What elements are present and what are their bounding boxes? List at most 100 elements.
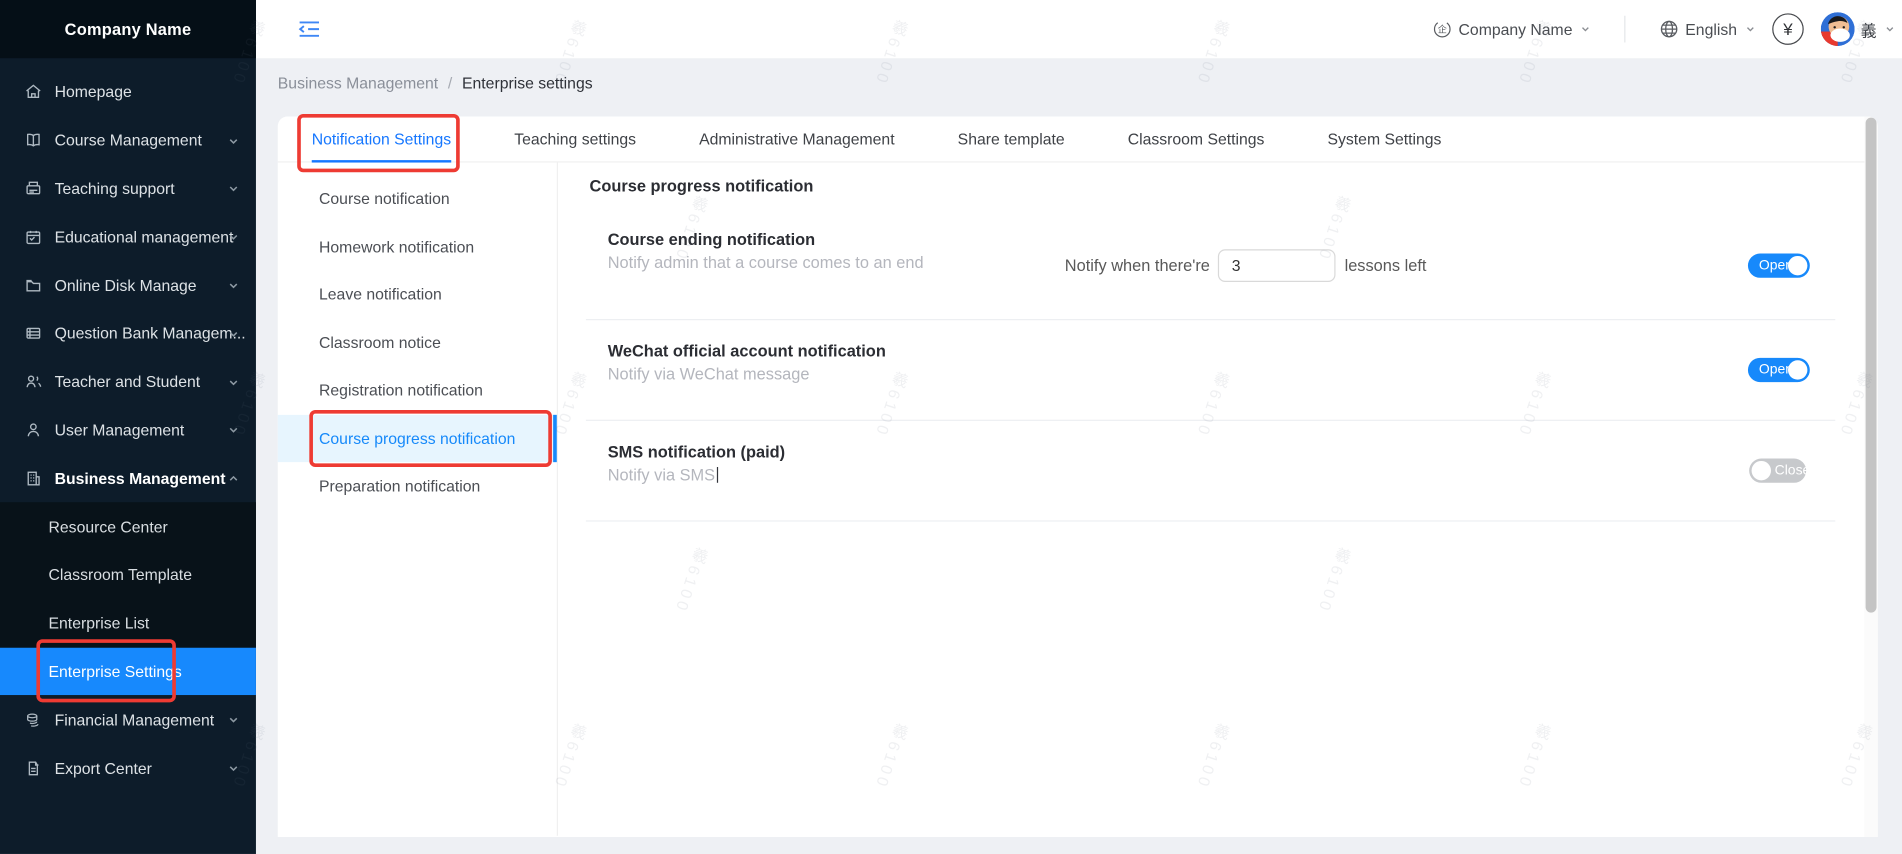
lessons-left-input[interactable]: [1218, 248, 1337, 282]
sidebar-subitem-label: Enterprise Settings: [48, 662, 182, 681]
setting-title: Course ending notification: [607, 230, 816, 249]
sms-toggle[interactable]: Close: [1749, 458, 1810, 483]
subnav-leave-notification[interactable]: Leave notification: [278, 271, 557, 319]
sidebar-item-educational-management[interactable]: Educational management: [0, 213, 256, 261]
text-cursor: [716, 467, 718, 483]
toggle-knob: [1751, 460, 1771, 481]
sidebar-item-course-management[interactable]: Course Management: [0, 116, 256, 164]
setting-title: SMS notification (paid): [607, 442, 786, 461]
subnav-course-progress-notification[interactable]: Course progress notification: [277, 414, 557, 463]
sidebar-item-question-bank-management[interactable]: Question Bank Managem...: [0, 309, 256, 357]
sidebar-item-online-disk-manage[interactable]: Online Disk Manage: [0, 261, 256, 309]
sidebar-item-label: Online Disk Manage: [54, 276, 197, 295]
tab-label: Teaching settings: [514, 129, 637, 148]
chevron-down-icon: [228, 763, 239, 774]
chevron-down-icon: [228, 425, 239, 436]
teaching-support-icon: [24, 180, 42, 198]
user-management-icon: [24, 421, 42, 439]
sidebar-subitem-enterprise-list[interactable]: Enterprise List: [0, 599, 256, 647]
setting-row-course-ending: Course ending notification Notify admin …: [585, 211, 1836, 321]
export-center-icon: [24, 759, 42, 777]
setting-row-wechat: WeChat official account notification Not…: [585, 320, 1836, 421]
breadcrumb-current: Enterprise settings: [462, 73, 593, 92]
tab-classroom-settings[interactable]: Classroom Settings: [1128, 116, 1265, 161]
sidebar-item-user-management[interactable]: User Management: [0, 406, 256, 454]
tab-teaching-settings[interactable]: Teaching settings: [514, 116, 636, 161]
toggle-knob: [1787, 360, 1808, 380]
subnav-classroom-notice[interactable]: Classroom notice: [278, 318, 557, 366]
subnav-label: Course notification: [319, 189, 450, 208]
tab-notification-settings[interactable]: Notification Settings: [311, 116, 452, 163]
sidebar-subitem-classroom-template[interactable]: Classroom Template: [0, 551, 256, 599]
course-management-icon: [24, 131, 42, 149]
settings-tabs: Notification Settings Teaching settings …: [277, 116, 1878, 163]
breadcrumb: Business Management / Enterprise setting…: [278, 58, 593, 107]
chevron-down-icon: [1885, 24, 1895, 34]
sidebar-item-label: Question Bank Managem...: [54, 324, 246, 343]
chevron-up-icon: [228, 473, 239, 484]
tab-label: Notification Settings: [311, 129, 452, 148]
setting-subtitle: Notify via WeChat message: [607, 365, 810, 384]
avatar: [1820, 12, 1855, 47]
settings-card: Notification Settings Teaching settings …: [277, 116, 1878, 837]
breadcrumb-separator: /: [447, 73, 453, 92]
sidebar-subitem-label: Resource Center: [48, 517, 168, 536]
breadcrumb-parent[interactable]: Business Management: [278, 73, 438, 91]
business-management-submenu: Resource Center Classroom Template Enter…: [0, 502, 256, 696]
company-name-label: Company Name: [1458, 20, 1573, 39]
sidebar-subitem-resource-center[interactable]: Resource Center: [0, 502, 256, 550]
sidebar-item-financial-management[interactable]: Financial Management: [0, 695, 256, 743]
header-divider: [1624, 15, 1626, 43]
toggle-label: Close: [1774, 463, 1811, 478]
subnav-preparation-notification[interactable]: Preparation notification: [278, 462, 557, 510]
sidebar-item-label: Business Management: [54, 469, 226, 488]
sidebar-item-label: Course Management: [54, 131, 202, 150]
chevron-down-icon: [228, 329, 239, 340]
course-ending-toggle[interactable]: Open: [1747, 252, 1810, 278]
chevron-down-icon: [228, 715, 239, 726]
chevron-down-icon: [228, 232, 239, 243]
online-disk-icon: [24, 276, 42, 294]
chevron-down-icon: [228, 377, 239, 388]
content-heading: Course progress notification: [589, 177, 814, 196]
user-menu[interactable]: 義: [1820, 12, 1895, 47]
notification-subnav: Course notification Homework notificatio…: [277, 162, 558, 836]
sidebar-item-label: Teacher and Student: [54, 372, 201, 391]
wechat-toggle[interactable]: Open: [1747, 357, 1810, 383]
subnav-label: Preparation notification: [319, 477, 481, 496]
subnav-course-notification[interactable]: Course notification: [278, 175, 557, 223]
tab-share-template[interactable]: Share template: [958, 116, 1065, 161]
notification-content: Course progress notification Course endi…: [558, 163, 1878, 836]
financial-management-icon: [24, 711, 42, 729]
home-icon: [24, 83, 42, 101]
sidebar-item-label: User Management: [54, 420, 185, 440]
company-switcher[interactable]: 企 Company Name: [1433, 19, 1591, 38]
sidebar-item-export-center[interactable]: Export Center: [0, 744, 256, 792]
sidebar-item-homepage[interactable]: Homepage: [0, 68, 256, 116]
sidebar-subitem-label: Enterprise List: [48, 613, 150, 633]
subnav-homework-notification[interactable]: Homework notification: [278, 223, 557, 271]
sidebar-item-business-management[interactable]: Business Management: [0, 454, 256, 502]
sidebar-item-teacher-and-student[interactable]: Teacher and Student: [0, 358, 256, 406]
language-selector[interactable]: English: [1660, 19, 1755, 38]
sidebar-logo: Company Name: [0, 0, 256, 59]
tab-label: Administrative Management: [699, 129, 895, 148]
tab-label: Classroom Settings: [1127, 129, 1265, 148]
tab-label: System Settings: [1327, 129, 1442, 148]
currency-button[interactable]: ¥: [1772, 13, 1804, 45]
subnav-label: Classroom notice: [319, 333, 441, 352]
question-bank-icon: [24, 324, 42, 342]
tab-system-settings[interactable]: System Settings: [1328, 116, 1442, 161]
toggle-knob: [1787, 255, 1808, 275]
sidebar-item-teaching-support[interactable]: Teaching support: [0, 164, 256, 212]
scrollbar-thumb[interactable]: [1865, 117, 1877, 613]
chevron-down-icon: [228, 135, 239, 146]
setting-title: WeChat official account notification: [607, 342, 886, 361]
sidebar-subitem-enterprise-settings[interactable]: Enterprise Settings: [0, 647, 256, 696]
tab-administrative-management[interactable]: Administrative Management: [699, 116, 894, 161]
yen-icon: ¥: [1783, 19, 1793, 39]
subnav-registration-notification[interactable]: Registration notification: [278, 366, 557, 414]
chevron-down-icon: [228, 280, 239, 291]
company-logo-text: Company Name: [64, 20, 192, 39]
menu-fold-icon[interactable]: [298, 21, 320, 38]
